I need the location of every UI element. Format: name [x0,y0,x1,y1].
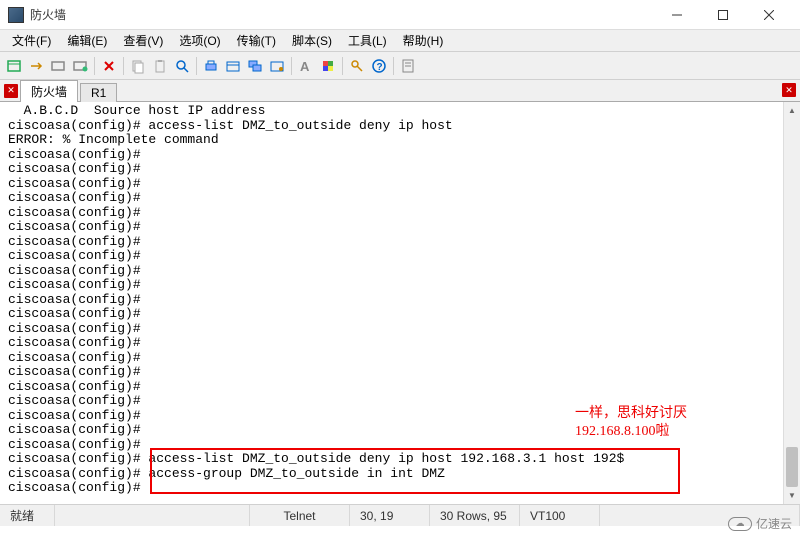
tab-close-icon[interactable]: ✕ [4,84,18,98]
titlebar: 防火墙 [0,0,800,30]
tool-sessions[interactable] [245,56,265,76]
tool-font[interactable]: A [296,56,316,76]
status-ready: 就绪 [0,505,55,526]
tool-connect[interactable] [26,56,46,76]
svg-text:A: A [300,59,310,74]
watermark: ☁ 亿速云 [728,515,792,532]
menu-view[interactable]: 查看(V) [115,30,171,51]
toolbar-separator [291,57,292,75]
tool-paste[interactable] [150,56,170,76]
vertical-scrollbar[interactable]: ▲ ▼ [783,102,800,504]
tool-reconnect[interactable] [48,56,68,76]
tab-r1[interactable]: R1 [80,83,117,102]
tool-copy[interactable] [128,56,148,76]
menu-script[interactable]: 脚本(S) [284,30,340,51]
statusbar: 就绪 Telnet 30, 19 30 Rows, 95 VT100 [0,504,800,526]
tool-help[interactable]: ? [369,56,389,76]
tool-key[interactable] [347,56,367,76]
menu-options[interactable]: 选项(O) [171,30,228,51]
tool-options[interactable] [267,56,287,76]
scroll-thumb[interactable] [786,447,798,487]
tool-properties[interactable] [223,56,243,76]
tool-print[interactable] [201,56,221,76]
annotation-line2: 192.168.8.100啦 [575,424,670,439]
tool-colors[interactable] [318,56,338,76]
toolbar-separator [342,57,343,75]
status-rows: 30 Rows, 95 [430,505,520,526]
status-term: VT100 [520,505,600,526]
annotation-line1: 一样，思科好讨厌 [575,406,687,421]
scroll-up-icon[interactable]: ▲ [784,102,800,119]
window-title: 防火墙 [30,6,654,23]
status-protocol: Telnet [250,505,350,526]
toolbar: A ? [0,52,800,80]
menu-file[interactable]: 文件(F) [4,30,59,51]
toolbar-separator [196,57,197,75]
menu-edit[interactable]: 编辑(E) [59,30,115,51]
toolbar-separator [94,57,95,75]
status-spacer [55,505,250,526]
scroll-track[interactable] [784,119,800,487]
tool-find[interactable] [172,56,192,76]
menu-help[interactable]: 帮助(H) [395,30,452,51]
tool-log[interactable] [398,56,418,76]
tabbar: ✕ 防火墙 R1 ✕ [0,80,800,102]
toolbar-separator [393,57,394,75]
menubar: 文件(F) 编辑(E) 查看(V) 选项(O) 传输(T) 脚本(S) 工具(L… [0,30,800,52]
tab-firewall[interactable]: 防火墙 [20,80,78,102]
menu-transfer[interactable]: 传输(T) [229,30,284,51]
menu-tools[interactable]: 工具(L) [340,30,395,51]
close-button[interactable] [746,1,792,29]
minimize-button[interactable] [654,1,700,29]
terminal-area[interactable]: A.B.C.D Source host IP address ciscoasa(… [0,102,800,504]
status-cursor: 30, 19 [350,505,430,526]
tool-cancel[interactable] [99,56,119,76]
cloud-icon: ☁ [728,517,752,531]
tab-close-right-icon[interactable]: ✕ [782,83,796,97]
watermark-text: 亿速云 [756,515,792,532]
maximize-button[interactable] [700,1,746,29]
toolbar-separator [123,57,124,75]
app-icon [8,7,24,23]
tool-disconnect[interactable] [70,56,90,76]
svg-text:?: ? [377,62,383,73]
annotation-text: 一样，思科好讨厌 192.168.8.100啦 [575,405,687,441]
tool-quick-connect[interactable] [4,56,24,76]
scroll-down-icon[interactable]: ▼ [784,487,800,504]
